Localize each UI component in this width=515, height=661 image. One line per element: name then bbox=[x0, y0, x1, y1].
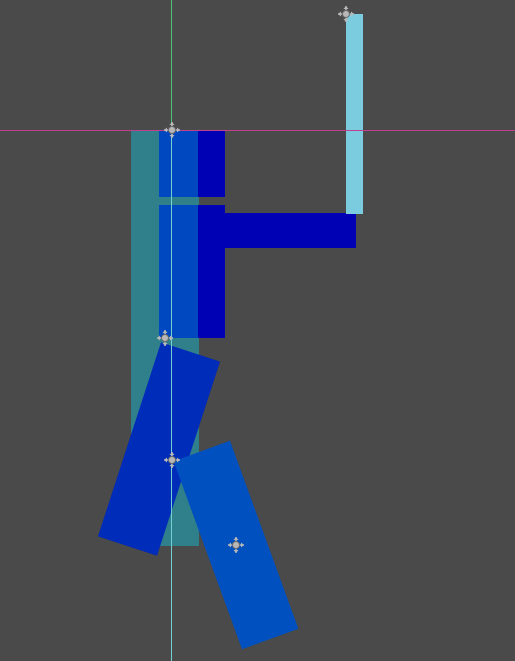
scene-viewport[interactable] bbox=[0, 0, 515, 661]
scene-canvas[interactable] bbox=[0, 0, 515, 661]
raised-arm[interactable] bbox=[346, 14, 363, 214]
horizontal-arm[interactable] bbox=[210, 213, 356, 248]
chest-overlap bbox=[159, 131, 198, 197]
abdomen-overlap bbox=[159, 205, 198, 338]
